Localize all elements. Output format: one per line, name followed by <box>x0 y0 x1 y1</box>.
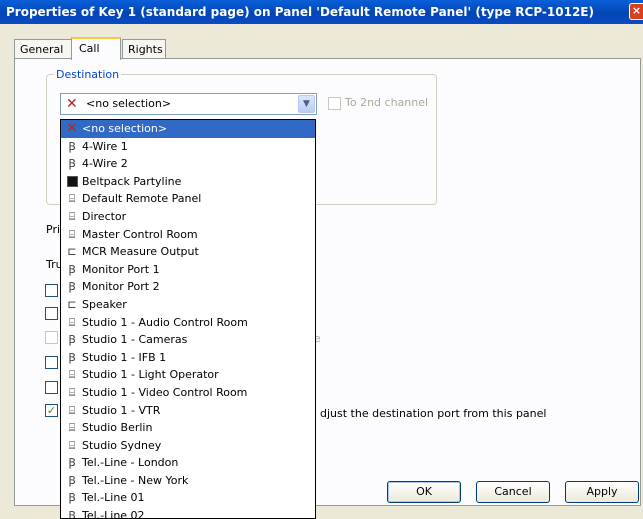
port-icon: Ꞵ <box>68 473 76 487</box>
close-button[interactable]: × <box>629 3 643 20</box>
port-icon: Ꞵ <box>68 333 76 347</box>
dropdown-item[interactable]: ⌸ Default Remote Panel <box>61 190 315 208</box>
dropdown-item[interactable]: ⌸ Studio 1 - Audio Control Room <box>61 314 315 332</box>
port-icon: Ꞵ <box>68 491 76 505</box>
dropdown-item-label: Tel.-Line 02 <box>82 509 145 519</box>
dropdown-item-label: Studio Berlin <box>82 421 153 435</box>
speaker-icon: ⊏ <box>67 297 77 311</box>
window-title: Properties of Key 1 (standard page) on P… <box>6 5 594 19</box>
second-channel-label: To 2nd channel <box>345 96 429 109</box>
dropdown-item[interactable]: ⌸ Studio Berlin <box>61 419 315 437</box>
destination-dropdown-list[interactable]: ✕ <no selection> Ꞵ 4-Wire 1 Ꞵ 4-Wire 2 Beltpac… <box>60 119 316 519</box>
panel-icon: ⌸ <box>68 368 76 382</box>
priority-label-partial: Pri <box>46 223 61 236</box>
dropdown-item-label: Tel.-Line - London <box>82 456 179 470</box>
dropdown-item[interactable]: ⌸ Studio 1 - Video Control Room <box>61 384 315 402</box>
panel-icon: ⌸ <box>68 315 76 329</box>
port-icon: Ꞵ <box>68 262 76 276</box>
dropdown-item-label: Default Remote Panel <box>82 192 202 206</box>
dropdown-item-label: <no selection> <box>82 122 168 135</box>
dropdown-item-label: Studio 1 - VTR <box>82 403 161 417</box>
window-titlebar[interactable]: Properties of Key 1 (standard page) on P… <box>0 0 643 24</box>
dropdown-item-label: Monitor Port 1 <box>82 262 160 276</box>
dropdown-item[interactable]: Ꞵ 4-Wire 1 <box>61 138 315 156</box>
port-icon: Ꞵ <box>68 350 76 364</box>
dropdown-item[interactable]: Ꞵ Tel.-Line 02 <box>61 507 315 519</box>
dropdown-item-label: Monitor Port 2 <box>82 280 160 294</box>
option-checkbox-6[interactable]: ✓ <box>45 404 58 417</box>
chevron-down-icon[interactable]: ▼ <box>298 95 315 113</box>
dropdown-item[interactable]: ✕ <no selection> <box>61 120 315 138</box>
option-checkbox-1[interactable] <box>45 284 58 297</box>
no-selection-icon: ✕ <box>66 96 78 112</box>
dropdown-item-label: Studio 1 - IFB 1 <box>82 350 167 364</box>
dropdown-item-label: Director <box>82 209 127 223</box>
port-icon: Ꞵ <box>68 139 76 153</box>
port-icon: Ꞵ <box>68 280 76 294</box>
panel-icon: ⌸ <box>68 192 76 206</box>
dropdown-item-label: Tel.-Line - New York <box>82 473 189 487</box>
panel-icon: ⌸ <box>68 403 76 417</box>
port-icon: Ꞵ <box>68 157 76 171</box>
dropdown-item[interactable]: Ꞵ 4-Wire 2 <box>61 155 315 173</box>
dropdown-item-label: Speaker <box>82 297 127 311</box>
dropdown-item-label: 4-Wire 1 <box>82 139 128 153</box>
close-icon: × <box>631 4 642 17</box>
destination-selected-value: <no selection> <box>86 97 172 110</box>
destination-group-label: Destination <box>54 68 122 81</box>
option-checkbox-3[interactable] <box>45 331 58 344</box>
tab-call[interactable]: Call <box>71 37 121 60</box>
dropdown-item[interactable]: Ꞵ Studio 1 - Cameras <box>61 331 315 349</box>
dropdown-item-label: Studio 1 - Light Operator <box>82 368 219 382</box>
dropdown-item-label: Tel.-Line 01 <box>82 491 145 505</box>
dropdown-item-label: Studio 1 - Audio Control Room <box>82 315 248 329</box>
cancel-button[interactable]: Cancel <box>476 481 550 503</box>
dropdown-item-label: 4-Wire 2 <box>82 157 128 171</box>
panel-icon: ⌸ <box>68 385 76 399</box>
port-icon: Ꞵ <box>68 509 76 519</box>
destination-combobox[interactable]: ✕ <no selection> ▼ <box>60 93 317 115</box>
dropdown-item[interactable]: ⊏ MCR Measure Output <box>61 243 315 261</box>
panel-icon: ⌸ <box>68 438 76 452</box>
dropdown-item[interactable]: ⌸ Studio 1 - VTR <box>61 402 315 420</box>
dropdown-item[interactable]: ⌸ Master Control Room <box>61 226 315 244</box>
panel-icon: ⌸ <box>68 209 76 223</box>
panel-icon: ⌸ <box>68 227 76 241</box>
tab-general[interactable]: General <box>14 39 72 59</box>
tab-rights[interactable]: Rights <box>122 39 166 59</box>
dropdown-item[interactable]: Ꞵ Tel.-Line 01 <box>61 489 315 507</box>
dropdown-item[interactable]: ⊏ Speaker <box>61 296 315 314</box>
dropdown-item[interactable]: ⌸ Director <box>61 208 315 226</box>
option-checkbox-4[interactable] <box>45 356 58 369</box>
dropdown-item-label: Studio 1 - Video Control Room <box>82 385 248 399</box>
dropdown-item[interactable]: Ꞵ Monitor Port 1 <box>61 261 315 279</box>
dropdown-item[interactable]: Ꞵ Monitor Port 2 <box>61 278 315 296</box>
dropdown-item-label: MCR Measure Output <box>82 245 199 259</box>
dropdown-item[interactable]: ⌸ Studio 1 - Light Operator <box>61 366 315 384</box>
port-icon: Ꞵ <box>68 456 76 470</box>
dropdown-item-label: Studio 1 - Cameras <box>82 333 188 347</box>
option-checkbox-5[interactable] <box>45 381 58 394</box>
dropdown-item[interactable]: Ꞵ Studio 1 - IFB 1 <box>61 349 315 367</box>
dropdown-item[interactable]: ⌸ Studio Sydney <box>61 437 315 455</box>
x-icon: ✕ <box>66 121 78 136</box>
adjust-destination-label: djust the destination port from this pan… <box>320 407 547 420</box>
apply-button[interactable]: Apply <box>565 481 639 503</box>
dropdown-item-label: Master Control Room <box>82 227 198 241</box>
speaker-icon: ⊏ <box>67 245 77 259</box>
checkmark-icon: ✓ <box>46 404 57 417</box>
panel-icon: ⌸ <box>68 421 76 435</box>
dropdown-item[interactable]: Ꞵ Tel.-Line - London <box>61 454 315 472</box>
ok-button[interactable]: OK <box>387 481 461 503</box>
dropdown-item-label: Studio Sydney <box>82 438 162 452</box>
dropdown-item[interactable]: Ꞵ Tel.-Line - New York <box>61 472 315 490</box>
dropdown-item[interactable]: Beltpack Partyline <box>61 173 315 191</box>
second-channel-checkbox[interactable] <box>328 97 341 110</box>
option-checkbox-2[interactable] <box>45 307 58 320</box>
dropdown-item-label: Beltpack Partyline <box>82 174 182 188</box>
